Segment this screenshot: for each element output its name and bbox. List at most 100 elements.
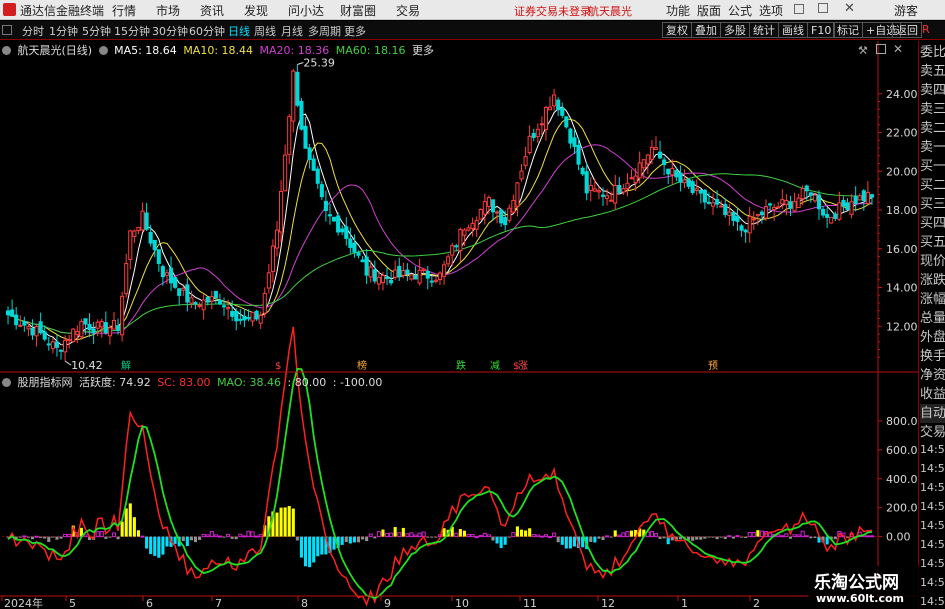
candle-body — [344, 226, 349, 239]
candle-body — [5, 310, 11, 316]
back-button[interactable]: 返回 — [892, 22, 922, 38]
period-tab-timeshare[interactable]: 分时 — [22, 23, 44, 39]
osc-bar — [825, 536, 829, 545]
guest-label[interactable]: 游客 — [894, 2, 918, 19]
candle-body — [796, 197, 801, 209]
osc-bar — [291, 508, 295, 537]
osc-bar — [352, 536, 356, 543]
period-tab-1min[interactable]: 1分钟 — [49, 23, 78, 39]
panel-toggle-icon[interactable] — [2, 25, 12, 35]
osc-bar — [547, 536, 553, 539]
period-tab-multi[interactable]: 多周期 — [308, 23, 341, 39]
candle-body — [307, 147, 312, 160]
candle-body — [829, 216, 834, 224]
period-tab-30min[interactable]: 30分钟 — [152, 23, 188, 39]
candle-body — [768, 203, 773, 206]
legend-ma60: MA60: 18.16 — [335, 44, 406, 57]
menu-item-layout[interactable]: 版面 — [697, 2, 721, 19]
sc-value: SC: 83.00 — [157, 376, 211, 389]
candle-body — [731, 212, 736, 221]
osc-bar — [617, 534, 622, 538]
period-tab-more[interactable]: 更多 — [344, 23, 366, 39]
side-panel-item: 14:56 — [920, 443, 945, 456]
candle-body — [425, 270, 430, 279]
time-tick-label: 12 — [601, 597, 615, 609]
candle-body — [54, 341, 59, 348]
draw-button[interactable]: 画线 — [778, 22, 808, 38]
menu-item-trade[interactable]: 交易 — [396, 2, 420, 19]
candle-body — [164, 272, 170, 276]
osc-bar — [405, 533, 410, 538]
legend-more[interactable]: 更多 — [412, 44, 434, 57]
settings-icon[interactable] — [2, 46, 11, 55]
period-tab-daily[interactable]: 日线 — [228, 23, 250, 39]
f10-button[interactable]: F10 — [807, 22, 836, 38]
candle-body — [833, 213, 838, 219]
osc-bar — [430, 536, 434, 538]
mark-button[interactable]: 标记 — [833, 22, 863, 38]
wrench-icon[interactable]: ⚒ — [858, 44, 868, 57]
oscillator-title: 股朋指标网 — [17, 376, 73, 389]
login-status[interactable]: 证券交易未登录 — [514, 3, 591, 19]
candle-body — [226, 307, 231, 310]
osc-bar — [543, 534, 549, 538]
osc-bar — [744, 536, 748, 538]
side-panel-item: 外盘 — [920, 330, 945, 345]
osc-bar — [776, 534, 781, 538]
osc-bar — [556, 536, 560, 543]
candle-body — [474, 219, 479, 230]
overlay-button[interactable]: 叠加 — [691, 22, 721, 38]
side-panel-item: 委比 — [920, 45, 945, 60]
candle-body — [682, 179, 687, 184]
candle-body — [861, 190, 866, 201]
osc-bar — [528, 528, 532, 537]
period-tab-60min[interactable]: 60分钟 — [189, 23, 225, 39]
menu-item-wealth-circle[interactable]: 财富圈 — [340, 2, 376, 19]
indicator-settings-icon[interactable] — [98, 46, 108, 55]
side-panel-item: 收益 — [920, 387, 945, 402]
osc-tick-label: 800.00 — [886, 415, 918, 428]
oscillator-settings-icon[interactable] — [2, 378, 11, 387]
osc-bar — [205, 534, 210, 538]
menu-item-ask[interactable]: 问小达 — [288, 2, 324, 19]
window-icon[interactable] — [876, 44, 886, 54]
menu-item-market[interactable]: 市场 — [156, 2, 180, 19]
osc-bar — [552, 532, 557, 538]
osc-bar — [833, 536, 837, 540]
oscillator-legend: 股朋指标网 活跃度: 74.92 SC: 83.00 MAO: 38.46 : … — [2, 374, 385, 390]
period-tab-5min[interactable]: 5分钟 — [82, 23, 111, 39]
period-tab-15min[interactable]: 15分钟 — [114, 23, 150, 39]
low-price-label: 10.42 — [71, 359, 103, 372]
time-tick-label: 5 — [69, 597, 76, 609]
osc-bar — [796, 534, 801, 538]
candle-body — [788, 201, 793, 209]
chart-canvas[interactable]: 24.0022.0020.0018.0016.0014.0012.00800.0… — [0, 41, 918, 609]
osc-bar — [173, 536, 177, 544]
side-panel-item[interactable]: 自动 — [920, 404, 945, 423]
menu-item-formula[interactable]: 公式 — [728, 2, 752, 19]
menu-item-options[interactable]: 选项 — [759, 2, 783, 19]
adjust-button[interactable]: 复权 — [662, 22, 692, 38]
candle-body — [356, 252, 361, 256]
menu-item-discover[interactable]: 发现 — [244, 2, 268, 19]
side-panel-item: 净资 — [920, 368, 945, 383]
candle-body — [234, 310, 239, 322]
stats-button[interactable]: 统计 — [749, 22, 779, 38]
period-tab-monthly[interactable]: 月线 — [281, 23, 303, 39]
close-icon[interactable]: ✕ — [844, 1, 855, 16]
minimize-icon[interactable] — [794, 4, 804, 14]
menu-item-news[interactable]: 资讯 — [200, 2, 224, 19]
event-mark: $ — [275, 361, 281, 372]
period-tab-weekly[interactable]: 周线 — [254, 23, 276, 39]
chart-close-icon[interactable]: ✕ — [893, 42, 903, 56]
maximize-icon[interactable] — [818, 3, 828, 13]
candle-body — [376, 276, 381, 285]
osc-bar — [303, 536, 308, 567]
osc-bar — [486, 534, 491, 538]
candle-body — [287, 116, 292, 155]
menu-item-market-quotes[interactable]: 行情 — [112, 2, 136, 19]
multi-stock-button[interactable]: 多股 — [720, 22, 750, 38]
candle-body — [694, 188, 699, 191]
osc-bar — [649, 530, 654, 538]
menu-item-function[interactable]: 功能 — [666, 2, 690, 19]
